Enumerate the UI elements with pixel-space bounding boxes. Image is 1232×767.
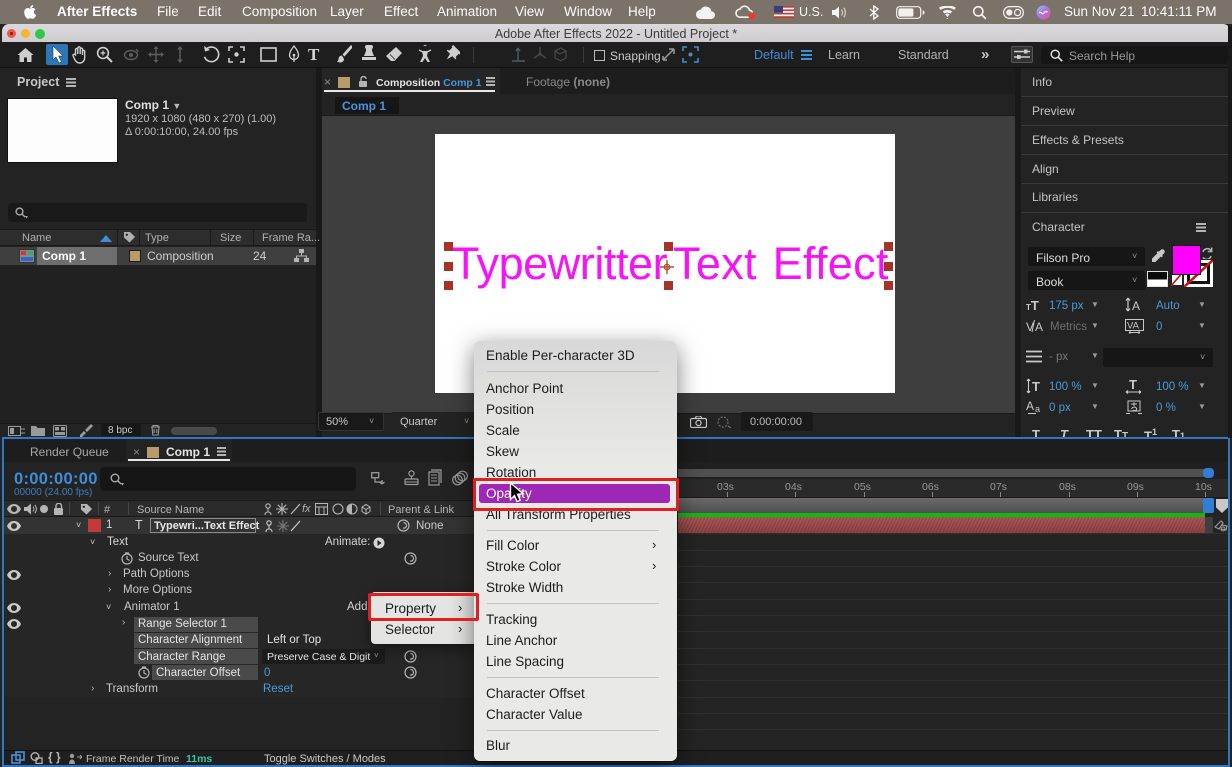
- svg-text:A: A: [1026, 399, 1034, 413]
- svg-text:T: T: [1032, 379, 1040, 394]
- svg-text:a: a: [1035, 404, 1040, 414]
- svg-text:T: T: [1129, 378, 1137, 392]
- svg-text:A: A: [1132, 299, 1140, 312]
- svg-text:A: A: [1035, 320, 1043, 333]
- svg-text:VA: VA: [1127, 321, 1140, 332]
